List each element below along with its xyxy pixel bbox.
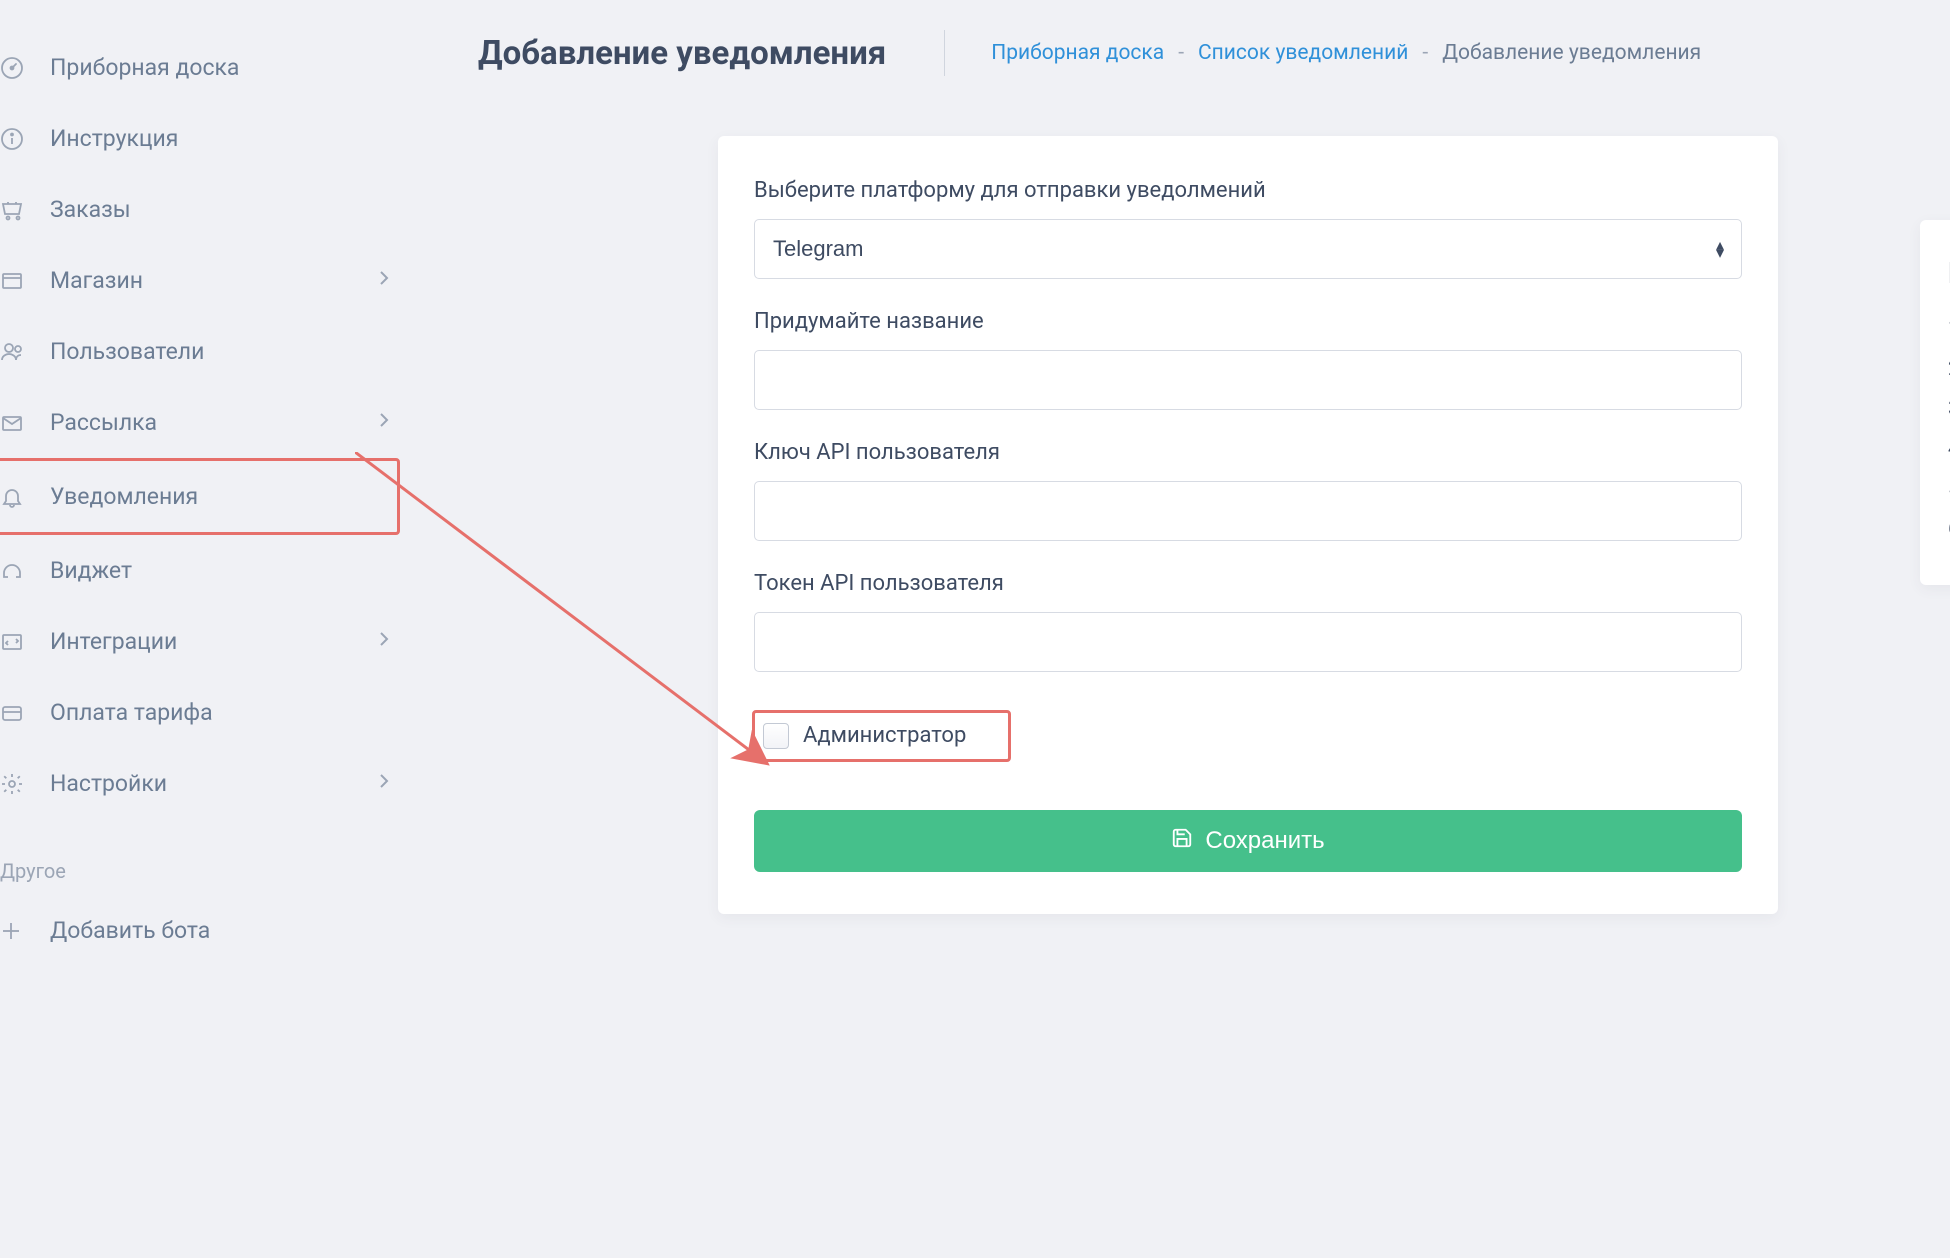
breadcrumb: Приборная доска - Список уведомлений - Д… [991, 41, 1701, 65]
plus-icon [0, 920, 32, 942]
sidebar-item-add-bot[interactable]: Добавить бота [0, 895, 400, 966]
info-icon [0, 127, 32, 151]
sidebar-item-label: Магазин [50, 267, 378, 294]
breadcrumb-sep: - [1178, 41, 1184, 65]
sidebar-item-label: Пользователи [50, 338, 390, 365]
widget-icon [0, 559, 32, 583]
platform-select[interactable] [754, 219, 1742, 279]
breadcrumb-dashboard-link[interactable]: Приборная доска [991, 41, 1164, 65]
sidebar-item-shop[interactable]: Магазин [0, 245, 400, 316]
notification-form-card: Выберите платформу для отправки уведолме… [718, 136, 1778, 914]
chevron-right-icon [378, 629, 390, 654]
mail-icon [0, 411, 32, 435]
header-divider [944, 30, 945, 76]
name-label: Придумайте название [754, 309, 1742, 334]
sidebar-item-label: Рассылка [50, 409, 378, 436]
admin-checkbox-label: Администратор [803, 723, 966, 749]
save-button-label: Сохранить [1205, 827, 1324, 855]
sidebar-item-label: Приборная доска [50, 54, 390, 81]
breadcrumb-notifications-list-link[interactable]: Список уведомлений [1198, 41, 1408, 65]
api-key-label: Ключ API пользователя [754, 440, 1742, 465]
sidebar-item-label: Настройки [50, 770, 378, 797]
sidebar-item-label: Заказы [50, 196, 390, 223]
sidebar-item-settings[interactable]: Настройки [0, 748, 400, 819]
save-icon [1171, 827, 1193, 856]
breadcrumb-sep: - [1422, 41, 1428, 65]
card-icon [0, 701, 32, 725]
platform-label: Выберите платформу для отправки уведолме… [754, 178, 1742, 203]
chevron-right-icon [378, 410, 390, 435]
save-button[interactable]: Сохранить [754, 810, 1742, 872]
sidebar-item-label: Интеграции [50, 628, 378, 655]
sidebar-item-notifications[interactable]: Уведомления [0, 458, 400, 535]
api-key-input[interactable] [754, 481, 1742, 541]
api-token-input[interactable] [754, 612, 1742, 672]
api-token-label: Токен API пользователя [754, 571, 1742, 596]
chevron-right-icon [378, 771, 390, 796]
cart-icon [0, 198, 32, 222]
admin-checkbox-highlight: Администратор [752, 710, 1011, 762]
swap-icon [0, 630, 32, 654]
page-title: Добавление уведомления [478, 34, 886, 73]
sidebar-item-instruction[interactable]: Инструкция [0, 103, 400, 174]
users-icon [0, 340, 32, 364]
sidebar-item-orders[interactable]: Заказы [0, 174, 400, 245]
bell-icon [0, 485, 32, 509]
main-content: Добавление уведомления Приборная доска -… [400, 0, 1950, 1258]
sidebar-item-label: Виджет [50, 557, 390, 584]
admin-checkbox[interactable] [763, 723, 789, 749]
gear-icon [0, 772, 32, 796]
browser-icon [0, 269, 32, 293]
sidebar-item-payment[interactable]: Оплата тарифа [0, 677, 400, 748]
breadcrumb-current: Добавление уведомления [1442, 41, 1701, 65]
sidebar-item-label: Уведомления [50, 483, 387, 510]
sidebar-item-widget[interactable]: Виджет [0, 535, 400, 606]
help-panel: Ка 1. П 2. Н 3. Н 4. В 5. А 6. Д [1920, 220, 1950, 585]
sidebar-item-users[interactable]: Пользователи [0, 316, 400, 387]
sidebar-item-dashboard[interactable]: Приборная доска [0, 32, 400, 103]
name-input[interactable] [754, 350, 1742, 410]
page-header: Добавление уведомления Приборная доска -… [478, 30, 1950, 76]
sidebar-item-label: Добавить бота [50, 917, 390, 944]
sidebar-item-label: Оплата тарифа [50, 699, 390, 726]
sidebar-section-other: Другое [0, 819, 400, 895]
chevron-right-icon [378, 268, 390, 293]
sidebar-item-integrations[interactable]: Интеграции [0, 606, 400, 677]
sidebar: Приборная доска Инструкция Заказы Магази… [0, 0, 400, 1258]
sidebar-item-label: Инструкция [50, 125, 390, 152]
gauge-icon [0, 56, 32, 80]
sidebar-item-mailing[interactable]: Рассылка [0, 387, 400, 458]
